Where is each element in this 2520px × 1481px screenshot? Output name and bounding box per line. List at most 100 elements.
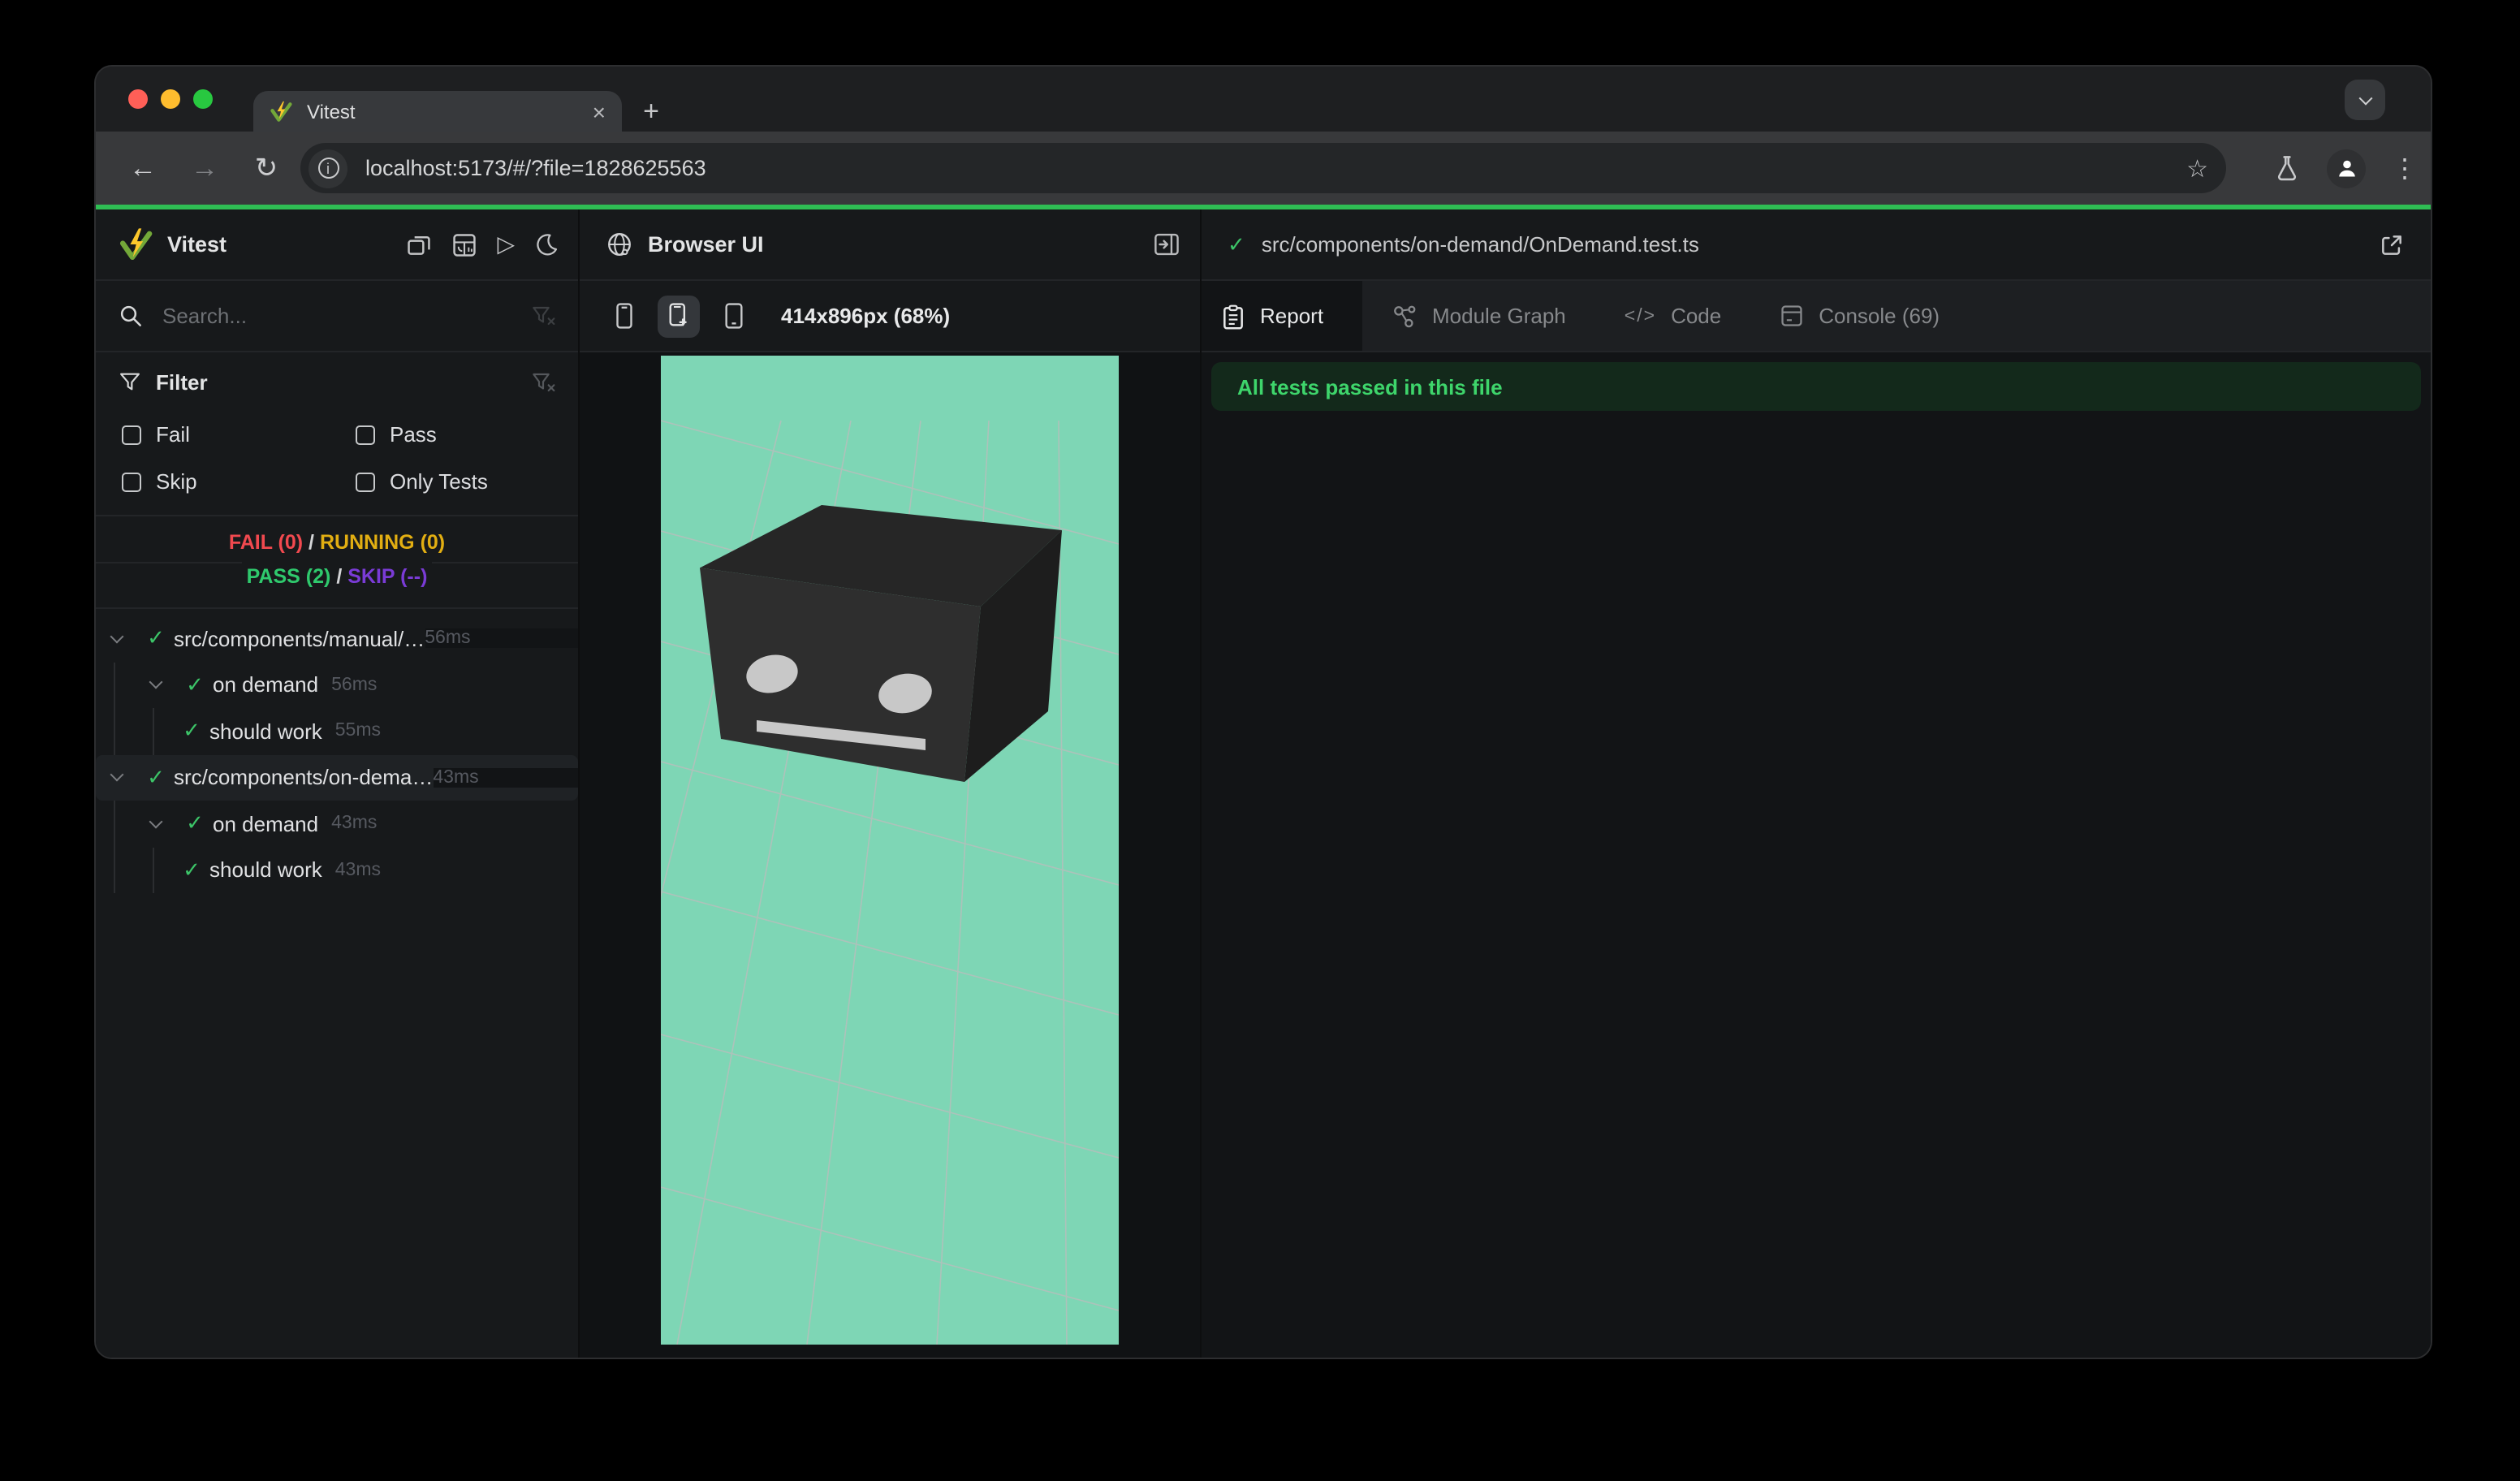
indent-guide <box>96 708 135 754</box>
test-case-row[interactable]: ✓ should work 43ms <box>96 847 578 893</box>
dark-mode-moon-icon[interactable] <box>534 232 559 257</box>
checkbox-skip[interactable] <box>122 472 141 491</box>
experiments-flask-icon[interactable] <box>2273 154 2301 182</box>
expand-chevron-icon[interactable] <box>135 676 177 689</box>
checkbox-pass[interactable] <box>356 425 375 444</box>
checkbox-only-tests[interactable] <box>356 472 375 491</box>
search-icon <box>120 305 141 326</box>
filter-option-only-tests[interactable]: Only Tests <box>356 469 488 494</box>
file-pass-check-icon: ✓ <box>1228 231 1245 256</box>
test-file-row[interactable]: ✓ src/components/manual/… 56ms <box>96 615 578 662</box>
test-duration: 56ms <box>331 675 378 695</box>
report-panel: ✓ src/components/on-demand/OnDemand.test… <box>1202 209 2431 1358</box>
tester-viewport-area <box>580 352 1200 1358</box>
tab-code[interactable]: </> Code <box>1595 281 1750 351</box>
test-duration: 43ms <box>331 814 378 834</box>
checkbox-fail[interactable] <box>122 425 141 444</box>
viewport-size-label[interactable]: 414x896px (68%) <box>781 304 950 328</box>
person-icon <box>2338 160 2354 177</box>
pass-check-icon: ✓ <box>147 764 165 789</box>
device-phone-small-button[interactable] <box>602 295 645 337</box>
test-label: should work <box>209 719 322 744</box>
summary-line-1: FAIL (0) / RUNNING (0) <box>228 531 446 554</box>
indent-guide <box>135 847 174 893</box>
globe-icon <box>608 233 631 256</box>
brand: Vitest <box>119 227 227 261</box>
new-tab-button[interactable]: + <box>632 93 671 132</box>
tab-close-icon[interactable]: × <box>593 100 606 123</box>
filter-label: Filter <box>156 369 208 394</box>
clear-filter-icon[interactable] <box>531 369 555 394</box>
forward-button[interactable]: → <box>182 145 227 191</box>
search-row <box>96 281 578 352</box>
maximize-window-button[interactable] <box>193 89 213 109</box>
browser-menu-icon[interactable]: ⋮ <box>2392 152 2418 184</box>
report-tabs: Report Module Graph </> Code Console (69… <box>1202 281 2431 352</box>
url-text[interactable]: localhost:5173/#/?file=1828625563 <box>365 156 2186 180</box>
scene-background <box>661 356 1119 1345</box>
tab-report[interactable]: Report <box>1202 281 1362 351</box>
test-label: src/components/manual/… <box>174 626 425 651</box>
expand-chevron-icon[interactable] <box>96 768 138 782</box>
expand-chevron-icon[interactable] <box>135 814 177 828</box>
dock-panel-right-icon[interactable] <box>1153 231 1180 258</box>
toolbar-actions: ⋮ <box>2273 132 2418 205</box>
robot-cube <box>700 505 1062 782</box>
filter-option-pass[interactable]: Pass <box>356 422 437 447</box>
tab-search-button[interactable] <box>2345 80 2385 120</box>
tab-console[interactable]: Console (69) <box>1750 281 1969 351</box>
browser-panel-header: Browser UI <box>580 209 1200 281</box>
pass-check-icon: ✓ <box>186 671 204 697</box>
indent-guide <box>96 662 135 708</box>
rendered-3d-scene[interactable] <box>661 356 1119 1345</box>
tab-label: Module Graph <box>1432 304 1566 328</box>
browser-toolbar: ← → ↻ i localhost:5173/#/?file=182862556… <box>96 132 2431 205</box>
device-tablet-button[interactable] <box>713 295 755 337</box>
vitest-ui: Vitest ▷ Search... Filter Fail Pass Skip… <box>96 209 2431 1358</box>
filter-option-skip[interactable]: Skip <box>122 469 356 494</box>
app-title: Vitest <box>167 232 227 257</box>
code-brackets-icon: </> <box>1624 306 1657 326</box>
browser-tab-vitest[interactable]: Vitest × <box>253 91 622 132</box>
search-input[interactable] <box>159 302 515 330</box>
address-bar[interactable]: i localhost:5173/#/?file=1828625563 ☆ <box>300 143 2226 193</box>
close-window-button[interactable] <box>128 89 148 109</box>
clipboard-icon <box>1223 304 1243 329</box>
test-file-row-selected[interactable]: ✓ src/components/on-dema… 43ms <box>96 754 578 801</box>
browser-panel-actions <box>1153 231 1180 258</box>
test-suite-row[interactable]: ✓ on demand 56ms <box>96 662 578 708</box>
device-toolbar: 414x896px (68%) <box>580 281 1200 352</box>
profile-avatar[interactable] <box>2327 149 2366 188</box>
dashboard-icon[interactable] <box>451 231 477 257</box>
minimize-window-button[interactable] <box>161 89 180 109</box>
sidebar-header: Vitest ▷ <box>96 209 578 281</box>
test-suite-row[interactable]: ✓ on demand 43ms <box>96 801 578 847</box>
test-duration: 43ms <box>433 767 578 788</box>
bookmark-star-icon[interactable]: ☆ <box>2186 153 2208 183</box>
filter-header: Filter <box>96 352 578 411</box>
tab-module-graph[interactable]: Module Graph <box>1362 281 1595 351</box>
chevron-down-icon <box>2358 90 2372 105</box>
collapse-windows-icon[interactable] <box>406 231 432 257</box>
back-button[interactable]: ← <box>120 145 166 191</box>
tab-title: Vitest <box>307 100 356 123</box>
site-info-button[interactable]: i <box>309 149 347 188</box>
pass-check-icon: ✓ <box>186 810 204 835</box>
clear-filter-icon-dim[interactable] <box>531 304 555 328</box>
browser-window: Vitest × + ← → ↻ i localhost:5173/#/?fil… <box>94 65 2432 1359</box>
run-all-icon[interactable]: ▷ <box>497 231 515 258</box>
test-tree: ✓ src/components/manual/… 56ms ✓ on dema… <box>96 609 578 1358</box>
module-graph-icon <box>1394 304 1416 327</box>
reload-button[interactable]: ↻ <box>244 145 289 191</box>
open-external-icon[interactable] <box>2379 231 2405 257</box>
all-tests-passed-banner: All tests passed in this file <box>1211 362 2421 411</box>
expand-chevron-icon[interactable] <box>96 629 138 643</box>
device-add-preset-button[interactable] <box>658 295 700 337</box>
console-icon <box>1781 305 1802 326</box>
tab-label: Console (69) <box>1819 304 1940 328</box>
pass-check-icon: ✓ <box>147 625 165 650</box>
funnel-icon <box>120 373 140 391</box>
pass-check-icon: ✓ <box>183 857 201 882</box>
filter-option-fail[interactable]: Fail <box>122 422 356 447</box>
test-case-row[interactable]: ✓ should work 55ms <box>96 708 578 754</box>
